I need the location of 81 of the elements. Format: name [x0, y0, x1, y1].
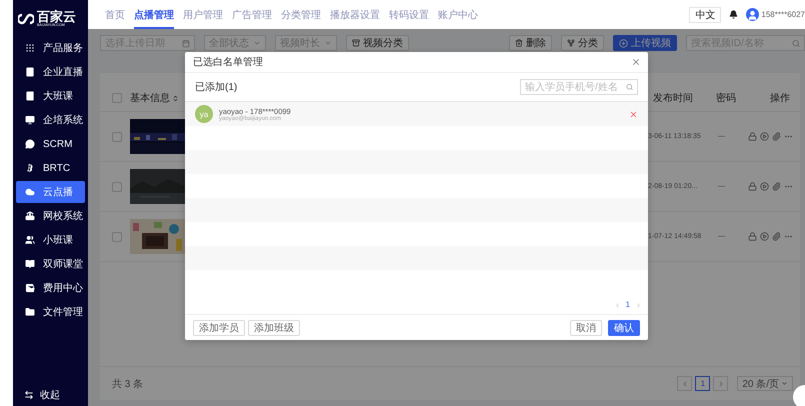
add-button[interactable]: 添加学员 — [193, 320, 245, 336]
sidebar-item[interactable]: BRTC — [16, 157, 85, 179]
dialog-title: 已选白名单管理 — [193, 56, 263, 69]
wallet-icon — [25, 283, 35, 293]
page-button[interactable]: 1 — [695, 376, 710, 391]
column-header: 发布时间 — [652, 92, 694, 105]
cancel-button[interactable]: 取消 — [570, 320, 602, 336]
avatar-icon — [746, 8, 760, 21]
sidebar-item[interactable]: 大班课 — [16, 85, 85, 107]
checkbox[interactable] — [112, 232, 122, 242]
sidebar-item[interactable]: 企培系统 — [16, 109, 85, 131]
users-icon — [25, 235, 35, 245]
calendar-icon — [182, 38, 190, 48]
search-field[interactable]: 输入学员手机号/姓名 — [520, 79, 638, 95]
paperclip-icon[interactable] — [772, 182, 781, 191]
grid-icon — [25, 43, 35, 53]
sidebar-item[interactable]: 网校系统 — [16, 205, 85, 227]
page-size-dropdown[interactable]: 20 条/页 — [737, 376, 793, 391]
paperclip-icon[interactable] — [772, 132, 781, 141]
play-icon[interactable] — [760, 182, 769, 191]
nav-tab[interactable]: 广告管理 — [232, 0, 272, 29]
delete-button[interactable]: 删除 — [509, 35, 552, 51]
total-count: 共 3 条 — [112, 378, 144, 390]
classify-button[interactable]: 分类 — [561, 35, 604, 51]
bell-icon[interactable] — [729, 10, 738, 19]
sidebar-item[interactable]: 双师课堂 — [16, 253, 85, 275]
column-header: 密码 — [716, 92, 737, 105]
fork-icon — [567, 39, 575, 47]
collapse-button[interactable]: 收起 — [16, 384, 85, 406]
checkbox[interactable] — [112, 182, 122, 192]
nav-tab[interactable]: 账户中心 — [438, 0, 478, 29]
sidebar-item[interactable]: 云点播 — [16, 181, 85, 203]
sidebar-item[interactable]: 企业直播 — [16, 61, 85, 83]
search-icon — [792, 38, 800, 48]
user-name[interactable]: 158****6027 — [761, 10, 805, 19]
bitcoin-icon — [25, 163, 35, 173]
sort-icon[interactable] — [172, 94, 179, 102]
search-icon — [626, 83, 633, 91]
plus-icon — [619, 38, 628, 48]
archive-icon — [352, 39, 360, 47]
column-header: 操作 — [769, 92, 791, 105]
chevron-down-icon — [324, 39, 332, 47]
added-count: 已添加(1) — [195, 80, 238, 94]
category-button[interactable]: 视频分类 — [346, 35, 409, 51]
checkbox[interactable] — [112, 132, 122, 142]
remove-icon[interactable] — [629, 110, 638, 118]
upload-button[interactable]: 上传视频 — [613, 35, 677, 51]
logo-name: 百家云 — [37, 10, 76, 23]
nav-tab[interactable]: 首页 — [105, 0, 125, 29]
folder-icon — [25, 307, 35, 317]
sidebar-item[interactable]: SCRM — [16, 133, 85, 155]
add-button[interactable]: 添加班级 — [248, 320, 300, 336]
checkbox[interactable] — [112, 93, 122, 103]
sidebar-item[interactable]: 费用中心 — [16, 277, 85, 299]
page-number[interactable]: 1 — [626, 300, 630, 309]
confirm-button[interactable]: 确认 — [608, 320, 640, 336]
lock-icon[interactable] — [748, 232, 757, 241]
arrows-icon — [24, 390, 34, 400]
chat-bubble-icon — [25, 139, 35, 149]
chevron-down-icon — [781, 380, 788, 387]
sidebar-item[interactable]: 文件管理 — [16, 301, 85, 323]
nav-tab[interactable]: 用户管理 — [183, 0, 223, 29]
sidebar-item[interactable]: 小班课 — [16, 229, 85, 251]
avatar: ya — [195, 105, 213, 123]
trash-icon — [515, 39, 523, 47]
chevron-down-icon — [253, 39, 261, 47]
monitor-icon — [25, 115, 35, 125]
lock-icon[interactable] — [748, 132, 757, 141]
paperclip-icon[interactable] — [772, 232, 781, 241]
sidebar-item[interactable]: 产品服务 — [16, 37, 85, 59]
cloud-icon — [25, 187, 35, 197]
nav-tab[interactable]: 转码设置 — [389, 0, 429, 29]
close-icon[interactable] — [631, 57, 641, 67]
language-button[interactable]: 中文 — [689, 6, 722, 22]
nav-tab[interactable]: 播放器设置 — [330, 0, 380, 29]
play-icon[interactable] — [760, 232, 769, 241]
lock-icon[interactable] — [748, 182, 757, 191]
logo-icon — [18, 12, 34, 24]
nav-tab[interactable]: 分类管理 — [281, 0, 321, 29]
open-book-icon — [25, 259, 35, 269]
play-icon[interactable] — [760, 132, 769, 141]
